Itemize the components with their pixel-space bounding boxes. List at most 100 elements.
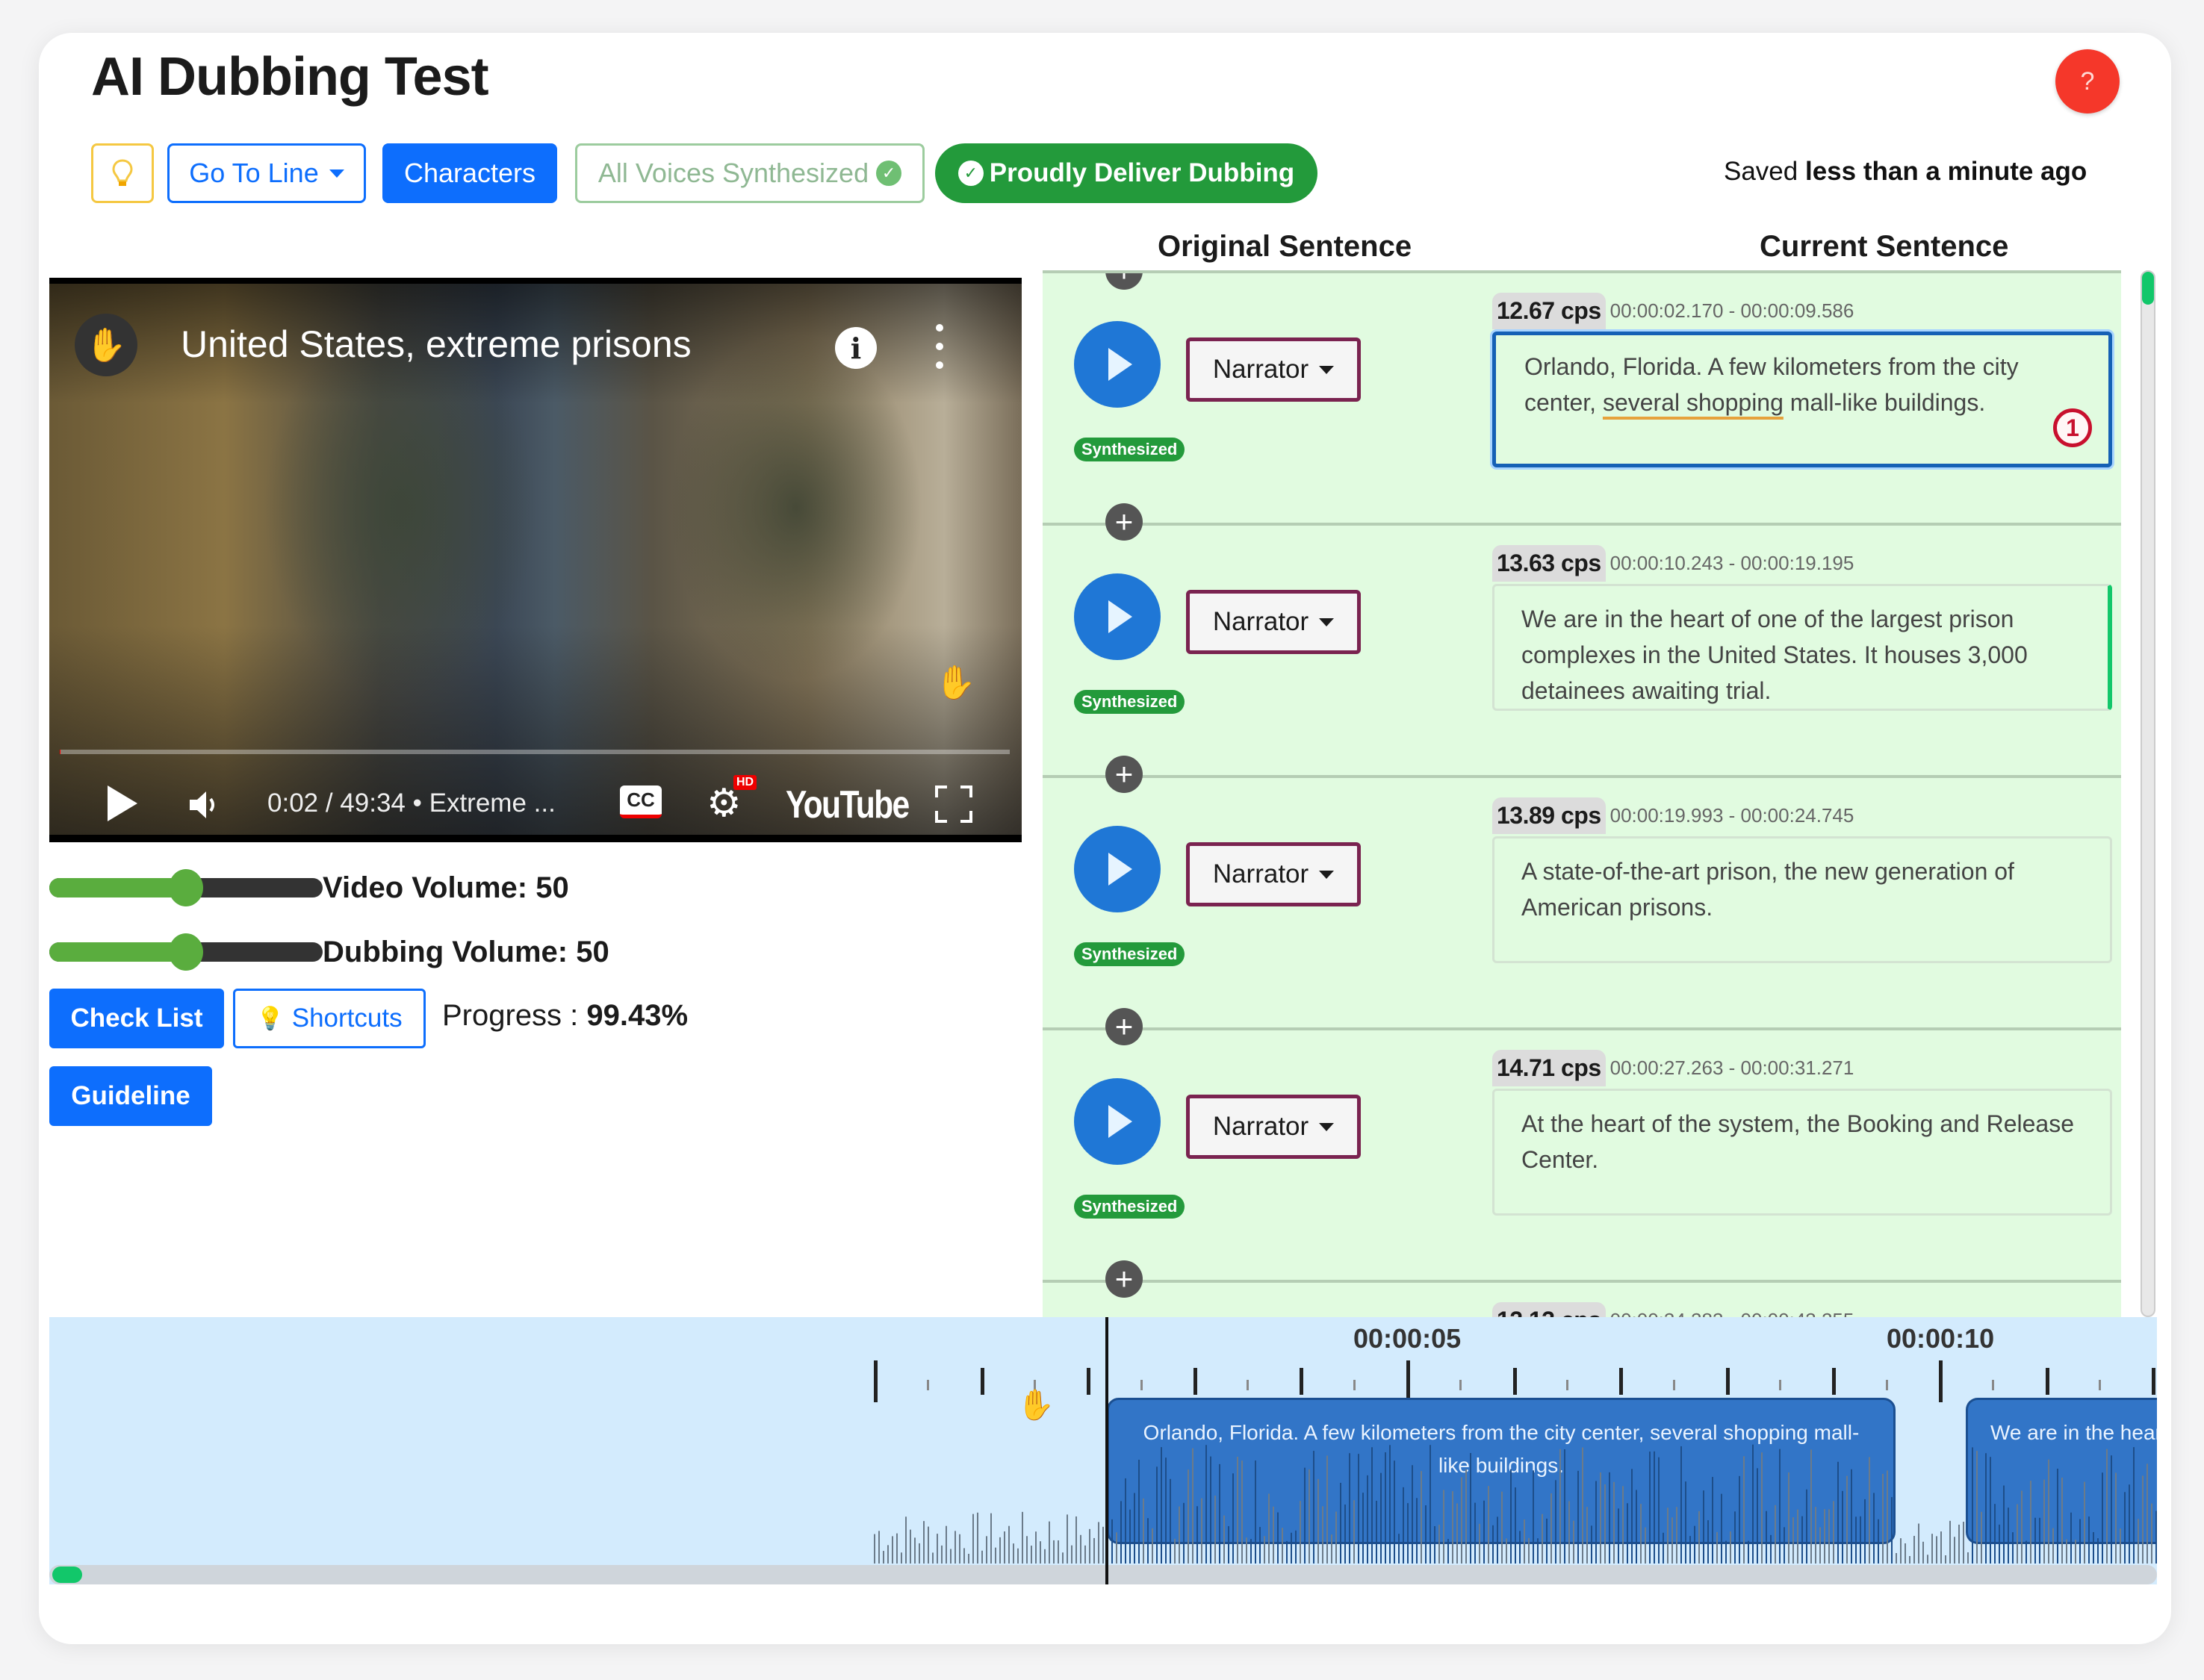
chevron-down-icon [1319,870,1335,879]
scrollbar-thumb[interactable] [52,1567,82,1583]
current-sentence-input[interactable]: A state-of-the-art prison, the new gener… [1492,836,2112,963]
chapter-title[interactable]: Extreme ... [429,788,556,818]
cps-value: 14.71 cps [1492,1050,1606,1086]
speaker-dropdown[interactable]: Narrator [1186,590,1361,654]
current-sentence-input[interactable]: We are in the heart of one of the larges… [1492,584,2112,711]
slider-fill [49,942,186,962]
add-line-button[interactable]: + [1105,1008,1143,1045]
play-line-button[interactable] [1074,826,1161,912]
add-line-button[interactable]: + [1105,756,1143,793]
flagged-phrase[interactable]: several shopping [1603,389,1784,416]
go-to-line-label: Go To Line [189,158,319,188]
timeline-tick [1193,1368,1197,1395]
timeline-tick [1725,1368,1730,1395]
save-status: Saved less than a minute ago [1724,157,2087,187]
video-player[interactable]: ✋ United States, extreme prisons i ✋ 0:0… [49,278,1022,842]
playhead[interactable] [1105,1317,1108,1584]
saved-time: less than a minute ago [1804,157,2087,186]
original-sentence-header: Original Sentence [1158,230,1412,263]
info-icon[interactable]: i [835,327,877,369]
video-progress-bar[interactable] [60,750,1010,754]
waveform-bar [981,1550,983,1564]
fullscreen-icon[interactable] [935,785,972,823]
waveform-bar [1967,1552,1969,1564]
timeline-segment[interactable]: We are in the heart of one of the larges… [1966,1398,2157,1544]
check-circle-icon: ✓ [957,161,984,186]
tips-button[interactable] [91,143,154,203]
shortcuts-button[interactable]: 💡 Shortcuts [233,989,426,1048]
waveform-bar [990,1513,992,1564]
play-line-button[interactable] [1074,573,1161,660]
go-to-line-dropdown[interactable]: Go To Line [167,143,366,203]
waveform-bar [1940,1531,1942,1564]
saved-prefix: Saved [1724,157,1798,186]
play-icon[interactable] [108,785,137,821]
waveform-bar [883,1551,884,1564]
timeline-segment[interactable]: Orlando, Florida. A few kilometers from … [1107,1398,1896,1544]
current-sentence-input[interactable]: Orlando, Florida. A few kilometers from … [1492,332,2112,467]
dubbing-volume-slider[interactable] [49,933,323,971]
waveform-bar [972,1513,974,1564]
slider-thumb[interactable] [169,869,203,906]
speaker-dropdown[interactable]: Narrator [1186,337,1361,402]
sentence-row: 12.13 cps 00:00:34.283 - 00:00:43.255 [1043,1283,2121,1317]
waveform-bar [937,1534,938,1564]
timeline-tick [1992,1380,1995,1390]
youtube-logo[interactable]: YouTube [786,783,910,827]
waveform-bar [999,1537,1001,1564]
speaker-dropdown[interactable]: Narrator [1186,842,1361,906]
cps-value: 13.63 cps [1492,545,1606,582]
channel-avatar[interactable]: ✋ [75,314,137,376]
waveform-bar [919,1543,920,1564]
waveform-bar [1071,1545,1072,1564]
waveform-bar [1931,1534,1933,1564]
captions-button[interactable]: CC [620,785,662,818]
guideline-button[interactable]: Guideline [49,1066,212,1126]
timeline-tick [1087,1368,1091,1395]
slider-thumb[interactable] [169,933,203,971]
scrollbar-thumb[interactable] [2142,272,2154,305]
timeline-tick [1885,1380,1888,1390]
play-line-button[interactable] [1074,321,1161,408]
check-list-button[interactable]: Check List [49,989,224,1048]
timeline-tick [1512,1368,1517,1395]
line-meta: 13.63 cps 00:00:10.243 - 00:00:19.195 [1492,545,1854,582]
status-badge: Synthesized [1074,942,1185,966]
video-title[interactable]: United States, extreme prisons [181,323,692,366]
timeline-tick [1353,1380,1356,1390]
add-line-button[interactable]: + [1105,503,1143,541]
more-options-icon[interactable] [935,324,944,369]
waveform-bar [1044,1549,1046,1564]
play-line-button[interactable] [1074,1078,1161,1165]
waveform-bar [1958,1524,1960,1564]
characters-button[interactable]: Characters [382,143,557,203]
speaker-label: Narrator [1212,355,1309,384]
timeline-tick [1565,1380,1568,1390]
timecode: 00:00:02.170 - 00:00:09.586 [1609,299,1854,322]
all-voices-synthesized-button[interactable]: All Voices Synthesized ✓ [575,143,925,203]
deliver-dubbing-button[interactable]: ✓ Proudly Deliver Dubbing [935,143,1317,203]
issue-count-badge[interactable]: 1 [2053,408,2092,447]
current-sentence-input[interactable]: At the heart of the system, the Booking … [1492,1089,2112,1216]
waveform-bar [1905,1543,1906,1564]
video-volume-slider[interactable] [49,869,323,906]
volume-icon[interactable] [188,790,226,820]
waveform-bar [950,1549,952,1564]
help-button[interactable]: ? [2055,49,2120,113]
video-controls: 0:02 / 49:34 • Extreme ... CC ⚙ HD YouTu… [49,775,1022,832]
sentence-list-scrollbar[interactable] [2141,270,2155,1317]
timeline-scrollbar[interactable] [49,1565,2157,1584]
characters-label: Characters [403,158,536,188]
waveform-bar [1035,1531,1037,1564]
waveform-bar [1017,1548,1019,1564]
speaker-label: Narrator [1212,607,1309,636]
timeline[interactable]: 00:00:05 00:00:10 Orlando, Florida. A fe… [49,1317,2157,1584]
add-line-button[interactable]: + [1105,1260,1143,1298]
timeline-tick [1619,1368,1624,1395]
waveform-bar [1080,1534,1081,1564]
deliver-label: Proudly Deliver Dubbing [989,158,1295,187]
timeline-tick [2045,1368,2049,1395]
hand-icon: ✋ [85,327,127,364]
sentence-list[interactable]: + Narrator Synthesized 12.67 cps 00:00:02… [1043,270,2121,1317]
speaker-dropdown[interactable]: Narrator [1186,1095,1361,1159]
